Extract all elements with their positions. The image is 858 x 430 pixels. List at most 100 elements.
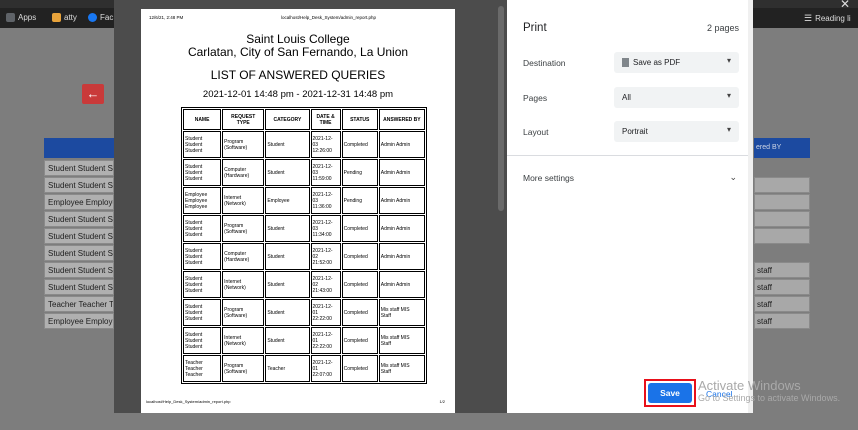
cell-name: Student Student Student [183,327,222,354]
activate-windows-watermark: Activate Windows Go to Settings to activ… [698,378,840,403]
cell-category: Student [265,271,310,298]
table-cell [754,177,810,193]
pages-select[interactable]: All ▾ [614,87,739,108]
cell-date-time: 2021-12- 02 21:43:00 [310,271,341,298]
cell-date-time: 2021-12- 03 11:34:00 [310,215,341,242]
table-row: Employee Employee [44,194,114,210]
reading-list[interactable]: ☰ Reading li [804,13,851,24]
watermark-title: Activate Windows [698,378,801,393]
cell-answered-by: Admin Admin [378,159,425,186]
column-header: STATUS [341,109,378,130]
more-settings-toggle[interactable]: More settings [523,173,574,183]
college-address: Carlatan, City of San Fernando, La Union [187,45,409,59]
table-cell: staff [754,313,810,329]
destination-value: Save as PDF [633,58,681,67]
facebook-icon [88,13,97,22]
cell-name: Employee Employee Employee [183,187,222,214]
pages-value: All [622,93,631,102]
table-row: Student Student S [44,228,114,244]
page-footer-url: localhost/Help_Desk_System/admin_report.… [146,399,231,404]
panel-divider [507,155,753,156]
cell-request-type: Internet (Network) [222,187,265,214]
cell-status: Completed [341,215,378,242]
page-footer-number: 1/2 [439,399,445,404]
cell-date-time: 2021-12- 02 21:52:00 [310,243,341,270]
table-row: Student Student S [44,160,114,176]
cell-status: Completed [341,271,378,298]
cell-answered-by: Mis staff MIS Staff [378,327,425,354]
cell-request-type: Internet (Network) [222,327,265,354]
table-cell [754,194,810,210]
table-cell [754,211,810,227]
cell-name: Student Student Student [183,271,222,298]
column-header: CATEGORY [265,109,310,130]
cell-status: Completed [341,355,378,382]
preview-page: 12/6/21, 2:48 PM localhost/Help_Desk_Sys… [141,9,455,413]
panel-scrollbar[interactable] [748,0,753,413]
bookmark-label: atty [64,13,77,22]
back-button[interactable]: ← [82,84,104,104]
layout-label: Layout [523,127,549,137]
page-count: 2 pages [706,23,739,33]
table-row: Student Student S [44,262,114,278]
folder-icon [52,13,61,22]
reading-list-icon: ☰ [804,13,813,23]
destination-select[interactable]: Save as PDF ▾ [614,52,739,73]
apps-icon [6,13,15,22]
cell-status: Completed [341,243,378,270]
college-header: Saint Louis College Carlatan, City of Sa… [141,33,455,59]
page-header-url: localhost/Help_Desk_System/admin_report.… [281,15,377,20]
table-row: Student Student Student Program (Softwar… [183,131,425,158]
report-title: LIST OF ANSWERED QUERIES [210,68,386,82]
cell-status: Completed [341,327,378,354]
expand-icon[interactable]: ⌄ [729,172,737,183]
print-dialog-title: Print [523,22,547,34]
table-row: Student Student S [44,177,114,193]
cell-date-time: 2021-12- 03 12:26:00 [310,131,341,158]
table-row: Teacher Teacher Teacher Program (Softwar… [183,355,425,382]
cell-category: Student [265,243,310,270]
preview-scrollbar[interactable] [498,6,504,211]
column-header: ANSWERED BY [378,109,425,130]
print-preview-area[interactable]: 12/6/21, 2:48 PM localhost/Help_Desk_Sys… [114,0,507,413]
cell-answered-by: Admin Admin [378,243,425,270]
cell-date-time: 2021-12- 01 22:22:00 [310,299,341,326]
chevron-down-icon: ▾ [726,91,731,100]
close-icon[interactable]: ✕ [840,0,850,11]
save-button[interactable]: Save [648,383,692,403]
table-row: Student Student S [44,211,114,227]
chevron-down-icon: ▾ [726,56,731,65]
destination-label: Destination [523,58,566,68]
table-cell: staff [754,296,810,312]
cell-name: Student Student Student [183,215,222,242]
cell-status: Pending [341,159,378,186]
cell-date-time: 2021-12- 03 11:59:00 [310,159,341,186]
save-button-highlight: Save [644,379,696,407]
cell-request-type: Program (Software) [222,131,265,158]
bookmark-atty[interactable]: atty [52,13,77,22]
bookmark-label: Fac [100,13,114,22]
cell-status: Completed [341,299,378,326]
report-date-range: 2021-12-01 14:48 pm - 2021-12-31 14:48 p… [202,89,394,100]
cell-request-type: Internet (Network) [222,271,265,298]
table-header-answered-by: ered BY [754,138,810,158]
cell-date-time: 2021-12- 01 22:22:00 [310,327,341,354]
cell-date-time: 2021-12- 03 11:36:00 [310,187,341,214]
layout-select[interactable]: Portrait ▾ [614,121,739,142]
table-header [44,138,114,158]
cell-answered-by: Mis staff MIS Staff [378,355,425,382]
column-header: REQUEST TYPE [222,109,265,130]
cell-name: Teacher Teacher Teacher [183,355,222,382]
table-row: Student Student Student Computer (Hardwa… [183,159,425,186]
cell-answered-by: Admin Admin [378,131,425,158]
pages-label: Pages [523,93,548,103]
cell-category: Student [265,131,310,158]
watermark-subtitle: Go to Settings to activate Windows. [698,393,841,403]
cell-category: Employee [265,187,310,214]
layout-value: Portrait [622,127,648,136]
bookmark-facebook[interactable]: Fac [88,13,113,22]
table-row: Employee Employee Employee Internet (Net… [183,187,425,214]
cell-answered-by: Admin Admin [378,187,425,214]
table-row: Student Student Student Internet (Networ… [183,327,425,354]
bookmark-apps[interactable]: Apps [6,13,36,22]
